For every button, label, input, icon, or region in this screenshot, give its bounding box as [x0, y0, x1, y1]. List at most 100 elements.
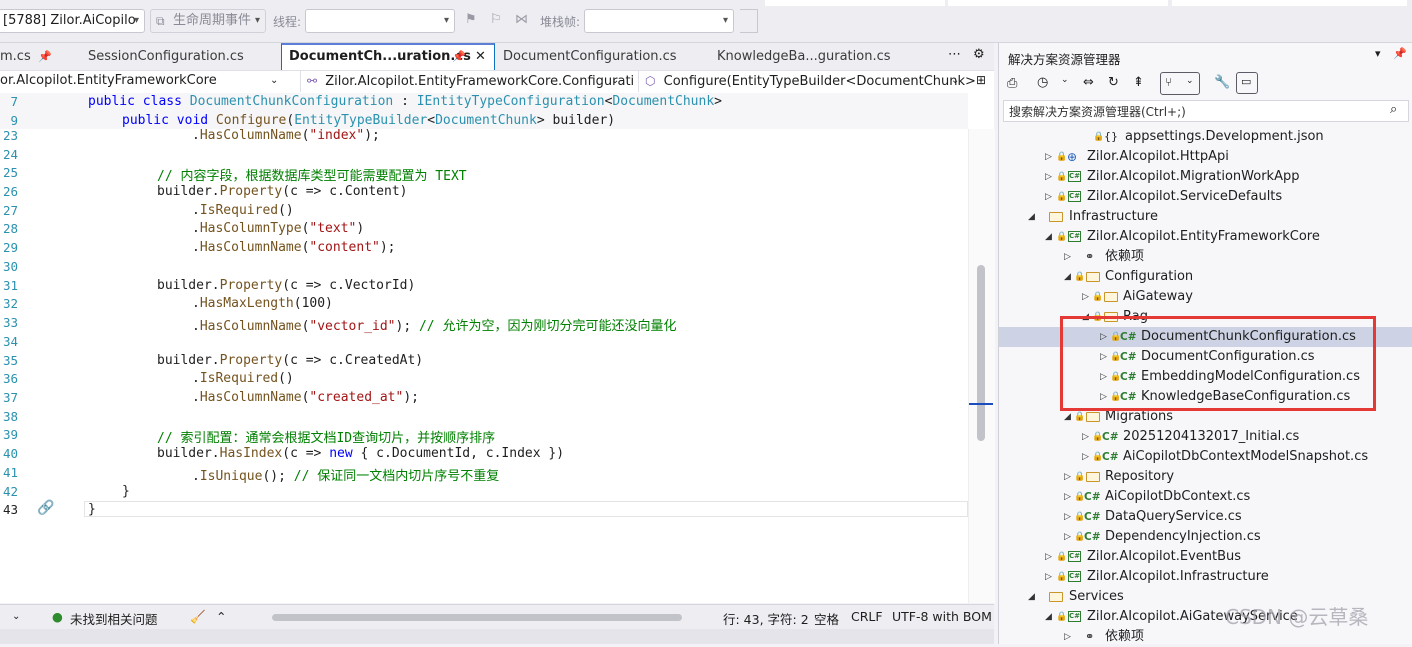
history-icon[interactable]: ◷: [1037, 75, 1048, 90]
expand-icon[interactable]: ▷: [1082, 427, 1089, 447]
tab-knowledgebase-configuration[interactable]: KnowledgeBa...guration.cs: [717, 43, 917, 70]
expand-icon[interactable]: ▷: [1045, 167, 1052, 187]
preview-toggle[interactable]: ▭: [1236, 72, 1258, 94]
csharp-file-icon: C#: [1102, 451, 1119, 463]
flag-icon[interactable]: ⚑: [465, 12, 477, 27]
lifecycle-events-button[interactable]: ⧉ 生命周期事件 ▾: [150, 9, 266, 33]
tree-item-infrastructure-project[interactable]: ▷ 🔒 C# Zilor.AIcopilot.Infrastructure: [999, 567, 1412, 587]
expand-icon[interactable]: ▷: [1082, 287, 1089, 307]
toolbar-overflow: [740, 9, 758, 33]
collapse-icon[interactable]: ◢: [1028, 207, 1035, 227]
collapse-icon[interactable]: ◢: [1028, 587, 1035, 607]
expand-icon[interactable]: ▷: [1064, 627, 1071, 647]
tree-item-dataqueryservice[interactable]: ▷ 🔒 C# DataQueryService.cs: [999, 507, 1412, 527]
collapse-icon[interactable]: ◢: [1045, 227, 1052, 247]
tree-item-dependencies-2[interactable]: ▷ ⚭ 依赖项: [999, 627, 1412, 647]
tree-item-initial-migration[interactable]: ▷ 🔒 C# 20251204132017_Initial.cs: [999, 427, 1412, 447]
encoding-status[interactable]: UTF-8 with BOM: [892, 609, 992, 624]
vertical-scrollbar[interactable]: [968, 129, 995, 603]
tree-item-label: Zilor.AIcopilot.EventBus: [1087, 549, 1242, 564]
split-editor-icon[interactable]: ⊞: [976, 73, 986, 87]
gear-icon[interactable]: ⚙: [973, 47, 985, 62]
tab-document-configuration[interactable]: DocumentConfiguration.cs: [503, 43, 693, 70]
expand-icon[interactable]: ▷: [1045, 547, 1052, 567]
type-dropdown[interactable]: ⚯ Zilor.AIcopilot.EntityFrameworkCore.Co…: [300, 71, 637, 92]
thread-select[interactable]: ▾: [305, 9, 455, 33]
pin-icon[interactable]: 📌: [38, 43, 52, 70]
wrench-icon[interactable]: 🔧: [1214, 75, 1230, 90]
chevron-down-icon: ▾: [722, 15, 728, 26]
filter-toggle[interactable]: ⑂ ⌄: [1160, 72, 1200, 95]
expand-icon[interactable]: ▷: [1064, 527, 1071, 547]
expand-icon[interactable]: ▷: [1064, 247, 1071, 267]
tree-item-dependencies[interactable]: ▷ ⚭ 依赖项: [999, 247, 1412, 267]
project-dropdown[interactable]: or.AIcopilot.EntityFrameworkCore ⌄: [0, 71, 290, 92]
tab-document-chunk-configuration[interactable]: DocumentCh...uration.cs 📌 ✕: [281, 43, 495, 70]
chevron-up-icon[interactable]: ⌃: [216, 609, 226, 624]
code-line: builder.Property(c => c.Content): [157, 184, 408, 199]
pin-icon[interactable]: 📌: [452, 43, 466, 70]
issues-status[interactable]: 未找到相关问题: [70, 609, 158, 628]
horizontal-scrollbar[interactable]: [272, 614, 682, 621]
tree-item-label: Services: [1069, 589, 1124, 604]
tree-item-dependencyinjection[interactable]: ▷ 🔒 C# DependencyInjection.cs: [999, 527, 1412, 547]
sync-icon[interactable]: ⎙: [1007, 76, 1017, 91]
tab-m-cs[interactable]: m.cs 📌: [0, 43, 60, 70]
scrollbar-thumb[interactable]: [977, 265, 985, 441]
flag-all-icon[interactable]: ⚐: [490, 12, 502, 27]
tree-item-model-snapshot[interactable]: ▷ 🔒 C# AiCopilotDbContextModelSnapshot.c…: [999, 447, 1412, 467]
tree-item-servicedefaults[interactable]: ▷ 🔒 C# Zilor.AIcopilot.ServiceDefaults: [999, 187, 1412, 207]
tree-item-eventbus[interactable]: ▷ 🔒 C# Zilor.AIcopilot.EventBus: [999, 547, 1412, 567]
expand-icon[interactable]: ▷: [1045, 187, 1052, 207]
solution-search-input[interactable]: 搜索解决方案资源管理器(Ctrl+;) ⌕: [1003, 100, 1409, 122]
collapse-icon[interactable]: ◢: [1064, 267, 1071, 287]
expand-icon[interactable]: ▷: [1064, 487, 1071, 507]
tree-item-entityframeworkcore[interactable]: ◢ 🔒 C# Zilor.AIcopilot.EntityFrameworkCo…: [999, 227, 1412, 247]
tree-item-appsettings-development[interactable]: 🔒 {} appsettings.Development.json: [999, 127, 1412, 147]
tree-item-configuration-folder[interactable]: ◢ 🔒 Configuration: [999, 267, 1412, 287]
more-tabs-icon[interactable]: ⋯: [948, 47, 961, 62]
code-editor[interactable]: 7 public class DocumentChunkConfiguratio…: [0, 93, 995, 603]
filter-threads-icon[interactable]: ⋈: [515, 12, 528, 27]
line-ending-status[interactable]: CRLF: [851, 609, 883, 624]
chevron-down-icon[interactable]: ▾: [1375, 47, 1381, 60]
chevron-down-icon[interactable]: ⌄: [12, 611, 20, 622]
swap-icon[interactable]: ⇔: [1083, 75, 1094, 90]
expand-icon[interactable]: ▷: [1045, 147, 1052, 167]
folder-icon: [1049, 592, 1063, 602]
tree-item-repository-folder[interactable]: ▷ 🔒 Repository: [999, 467, 1412, 487]
expand-icon[interactable]: ▷: [1082, 447, 1089, 467]
tree-item-infrastructure-folder[interactable]: ◢ Infrastructure: [999, 207, 1412, 227]
tab-session-configuration[interactable]: SessionConfiguration.cs: [88, 43, 268, 70]
stack-frame-select[interactable]: ▾: [584, 9, 734, 33]
code-line: builder.Property(c => c.CreatedAt): [157, 353, 424, 368]
close-icon[interactable]: ✕: [475, 43, 486, 70]
tree-item-label: Infrastructure: [1069, 209, 1158, 224]
tree-item-dbcontext[interactable]: ▷ 🔒 C# AiCopilotDbContext.cs: [999, 487, 1412, 507]
chevron-down-icon[interactable]: ⌄: [1061, 75, 1069, 85]
refresh-icon[interactable]: ↻: [1108, 75, 1119, 90]
lock-icon: 🔒: [1092, 292, 1104, 302]
process-select[interactable]: [5788] Zilor.AiCopilo ▾: [0, 9, 145, 33]
code-line: builder.Property(c => c.VectorId): [157, 278, 416, 293]
tree-item-aigateway-folder[interactable]: ▷ 🔒 AiGateway: [999, 287, 1412, 307]
brush-icon[interactable]: 🧹: [190, 609, 206, 625]
tree-item-httpapi[interactable]: ▷ 🔒 ⊕ Zilor.AIcopilot.HttpApi: [999, 147, 1412, 167]
line-number: 41: [2, 465, 18, 480]
link-icon[interactable]: 🔗: [37, 500, 54, 516]
cursor-position[interactable]: 行: 43, 字符: 2: [723, 609, 809, 628]
member-dropdown[interactable]: ⬡ Configure(EntityTypeBuilder<DocumentCh…: [638, 71, 980, 92]
thread-label: 线程:: [273, 15, 302, 29]
collapse-icon[interactable]: ◢: [1045, 607, 1052, 627]
whitespace-status[interactable]: 空格: [814, 609, 839, 628]
dependencies-icon: ⚭: [1085, 630, 1095, 643]
tree-item-migrationworkapp[interactable]: ▷ 🔒 C# Zilor.AIcopilot.MigrationWorkApp: [999, 167, 1412, 187]
expand-icon[interactable]: ▷: [1045, 567, 1052, 587]
expand-icon[interactable]: ▷: [1064, 467, 1071, 487]
line-number: 28: [2, 221, 18, 236]
pin-icon[interactable]: 📌: [1393, 47, 1407, 60]
collapse-all-icon[interactable]: ⇞: [1133, 75, 1144, 90]
code-line: .IsRequired(): [192, 371, 294, 386]
search-placeholder: 搜索解决方案资源管理器(Ctrl+;): [1009, 105, 1186, 119]
expand-icon[interactable]: ▷: [1064, 507, 1071, 527]
